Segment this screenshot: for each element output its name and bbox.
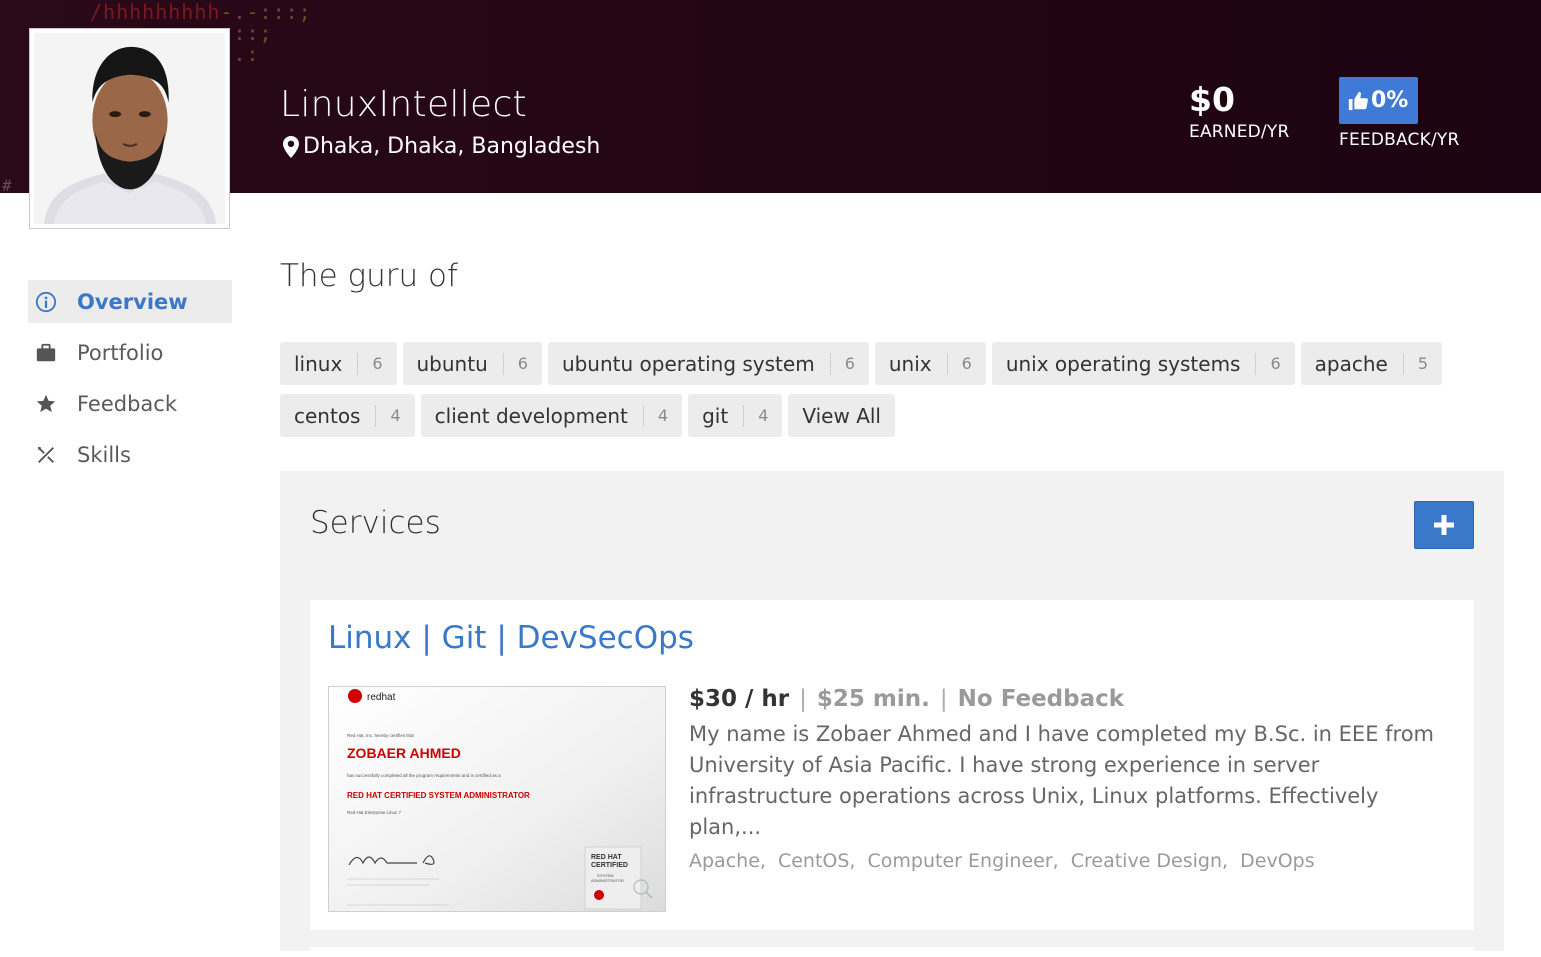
tag-label: unix operating systems	[1005, 351, 1241, 376]
info-circle-icon	[34, 290, 58, 314]
cert-completion-text: has successfully completed all the progr…	[347, 773, 501, 778]
plus-icon	[1434, 515, 1454, 535]
avatar	[29, 28, 230, 229]
service-skill-devops[interactable]: DevOps	[1240, 850, 1314, 872]
tag-label: unix	[888, 351, 932, 376]
service-skill-list: Apache, CentOS, Computer Engineer, Creat…	[689, 850, 1321, 872]
tag-label: git	[702, 403, 729, 428]
tag-count: 6	[946, 352, 972, 375]
tag-count: 5	[1402, 352, 1428, 375]
service-hourly-rate: $30 / hr	[689, 686, 790, 712]
service-card: Linux | Git | DevSecOps redhat Red Hat, …	[310, 600, 1474, 930]
service-feedback-status: No Feedback	[957, 686, 1125, 712]
profile-name: LinuxIntellect	[280, 84, 527, 125]
avatar-photo	[34, 33, 225, 224]
add-service-button[interactable]	[1414, 501, 1474, 549]
profile-sidebar-nav: Overview Portfolio Feedback Skills	[28, 280, 232, 484]
service-minimum: $25 min.	[816, 686, 930, 712]
tag-count: 6	[829, 352, 855, 375]
earned-stat: $0 EARNED/YR	[1189, 80, 1289, 142]
header-background-hash: #	[2, 176, 12, 193]
service-skill-apache[interactable]: Apache,	[689, 850, 766, 872]
service-skill-computer-engineer[interactable]: Computer Engineer,	[868, 850, 1059, 872]
service-skill-creative-design[interactable]: Creative Design,	[1071, 850, 1228, 872]
tag-count: 6	[1255, 352, 1281, 375]
map-marker-icon	[283, 135, 299, 158]
sidebar-item-portfolio[interactable]: Portfolio	[28, 331, 232, 374]
skill-tag-centos[interactable]: centos 4	[280, 394, 415, 437]
cert-product-text: Red Hat Enterprise Linux 7	[347, 810, 402, 815]
cert-brand-logo: redhat	[367, 692, 396, 703]
skill-tag-unix[interactable]: unix 6	[874, 342, 986, 385]
sidebar-item-skills[interactable]: Skills	[28, 433, 232, 476]
sidebar-item-overview[interactable]: Overview	[28, 280, 232, 323]
profile-header: /hhhhhhhhh-.-:::; -::::::; `.:-`.: # Lin…	[0, 0, 1541, 193]
skill-tag-list: linux 6 ubuntu 6 ubuntu operating system 6 uni…	[280, 342, 1510, 446]
tools-icon	[34, 443, 58, 467]
feedback-value: 0%	[1371, 88, 1409, 113]
cert-holder-name: ZOBAER AHMED	[347, 745, 461, 761]
service-pricing-line: $30 / hr | $25 min. | No Feedback	[689, 686, 1124, 712]
tag-count: 4	[642, 404, 668, 427]
skill-tag-linux[interactable]: linux 6	[280, 342, 397, 385]
star-icon	[34, 392, 58, 416]
guru-section-title: The guru of	[280, 258, 458, 294]
tag-label: ubuntu	[416, 351, 488, 376]
svg-text:RED HAT: RED HAT	[591, 854, 622, 861]
tag-label: apache	[1314, 351, 1388, 376]
cert-intro-text: Red Hat, Inc. hereby certifies that	[347, 733, 415, 738]
tag-count: 6	[502, 352, 528, 375]
sidebar-item-label: Portfolio	[77, 340, 164, 365]
thumbs-up-icon	[1348, 91, 1368, 110]
pricing-separator: |	[799, 686, 807, 712]
feedback-badge: 0%	[1339, 77, 1419, 124]
location-text: Dhaka, Dhaka, Bangladesh	[303, 134, 601, 159]
tag-label: client development	[434, 403, 628, 428]
cert-title-text: RED HAT CERTIFIED SYSTEM ADMINISTRATOR	[347, 791, 530, 800]
profile-location: Dhaka, Dhaka, Bangladesh	[283, 134, 600, 159]
earned-value: $0	[1189, 80, 1235, 119]
tag-count: 4	[375, 404, 401, 427]
briefcase-icon	[34, 341, 58, 365]
service-skill-centos[interactable]: CentOS,	[778, 850, 856, 872]
sidebar-item-feedback[interactable]: Feedback	[28, 382, 232, 425]
skill-tag-unix-operating-systems[interactable]: unix operating systems 6	[991, 342, 1295, 385]
tag-label: centos	[294, 403, 361, 428]
tag-count: 4	[743, 404, 768, 427]
sidebar-item-label: Overview	[77, 289, 188, 314]
tag-label: ubuntu operating system	[561, 351, 815, 376]
services-panel: Services Linux | Git | DevSecOps redhat …	[280, 471, 1504, 957]
pricing-separator: |	[939, 686, 948, 712]
skill-tag-ubuntu-operating-system[interactable]: ubuntu operating system 6	[547, 342, 869, 385]
skill-tag-client-development[interactable]: client development 4	[420, 394, 683, 437]
services-title: Services	[310, 505, 441, 541]
earned-label: EARNED/YR	[1189, 122, 1290, 142]
svg-text:CERTIFIED: CERTIFIED	[591, 862, 628, 869]
tag-label: linux	[294, 351, 343, 376]
tag-count: 6	[357, 352, 383, 375]
sidebar-item-label: Feedback	[77, 391, 178, 416]
feedback-stat: 0% FEEDBACK/YR	[1339, 77, 1460, 150]
service-title-link[interactable]: Linux | Git | DevSecOps	[328, 620, 694, 656]
skill-tag-ubuntu[interactable]: ubuntu 6	[402, 342, 542, 385]
skill-tag-git[interactable]: git 4	[688, 394, 783, 437]
sidebar-item-label: Skills	[77, 442, 131, 467]
service-description: My name is Zobaer Ahmed and I have compl…	[689, 722, 1435, 839]
service-thumbnail[interactable]: redhat Red Hat, Inc. hereby certifies th…	[328, 686, 666, 912]
next-service-card	[310, 947, 1474, 957]
view-all-button[interactable]: View All	[788, 394, 895, 437]
svg-text:ADMINISTRATOR: ADMINISTRATOR	[591, 878, 624, 883]
feedback-label: FEEDBACK/YR	[1339, 130, 1460, 150]
skill-tag-apache[interactable]: apache 5	[1300, 342, 1443, 385]
